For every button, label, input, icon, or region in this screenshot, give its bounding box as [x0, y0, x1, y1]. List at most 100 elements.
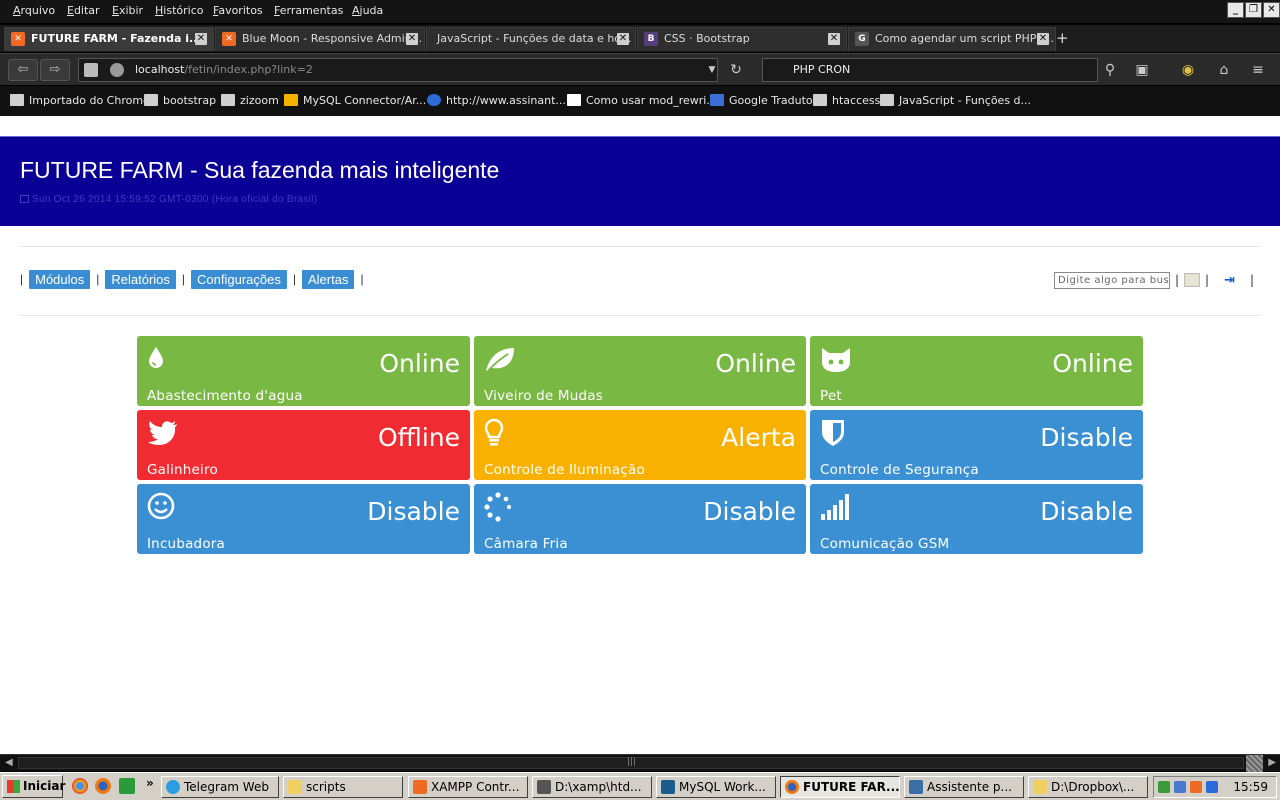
nav-alertas[interactable]: Alertas [302, 269, 355, 289]
menu-ajuda[interactable]: Ajuda [352, 4, 383, 17]
bookmark-item[interactable]: htaccess [813, 94, 880, 107]
task-dropbox[interactable]: D:\Dropbox\... [1028, 776, 1148, 798]
tab-future-farm[interactable]: ✕ FUTURE FARM - Fazenda i... ✕ [4, 27, 214, 51]
tile-status: Disable [703, 497, 796, 526]
lp-icon [284, 94, 298, 106]
bookmark-label: http://www.assinant... [446, 94, 566, 107]
search-icon[interactable]: ⚲ [1098, 59, 1122, 81]
telegram-icon [166, 780, 180, 794]
chrome-icon[interactable] [72, 778, 88, 794]
tile-camara-fria[interactable]: Disable Câmara Fria [474, 484, 806, 554]
bookmark-item[interactable]: Google Tradutor [710, 94, 817, 107]
clock-text: Sun Oct 26 2014 15:59:52 GMT-0300 (Hora … [20, 194, 317, 205]
menu-hamburger-icon[interactable]: ≡ [1246, 59, 1270, 81]
scroll-right-icon[interactable]: ▶ [1268, 757, 1276, 768]
bookmark-item[interactable]: MySQL Connector/Ar... [284, 94, 426, 107]
task-xamp-folder[interactable]: D:\xamp\htd... [532, 776, 652, 798]
bookmark-page-icon[interactable] [84, 63, 98, 77]
task-assistente[interactable]: Assistente p... [904, 776, 1024, 798]
horizontal-scrollbar[interactable]: ◀ ||| ▶ [0, 754, 1280, 772]
nav-separator: | [1205, 273, 1210, 287]
close-tab-icon[interactable]: ✕ [828, 33, 840, 45]
bookmark-label: JavaScript - Funções d... [899, 94, 1032, 107]
menu-favoritos[interactable]: Favoritos [213, 4, 263, 17]
tile-status: Offline [377, 423, 460, 452]
bookmark-item[interactable]: zizoom [221, 94, 279, 107]
tile-incubadora[interactable]: Disable Incubadora [137, 484, 470, 554]
site-search-input[interactable]: Digite algo para buscar [1054, 271, 1170, 289]
app-icon[interactable] [119, 778, 135, 794]
new-tab-button[interactable]: + [1056, 29, 1069, 47]
restore-button[interactable]: ❐ [1245, 2, 1262, 18]
header-banner: FUTURE FARM - Sua fazenda mais inteligen… [0, 136, 1280, 226]
task-label: D:\xamp\htd... [555, 780, 642, 794]
menu-exibir[interactable]: Exibir [112, 4, 143, 17]
network-icon[interactable] [1158, 781, 1170, 793]
url-dropdown-icon[interactable]: ▼ [700, 59, 724, 81]
nav-relatorios[interactable]: Relatórios [105, 269, 176, 289]
tab-javascript[interactable]: JavaScript - Funções de data e ho... ✕ [426, 27, 636, 51]
tab-bootstrap[interactable]: B CSS · Bootstrap ✕ [637, 27, 847, 51]
addon-icon[interactable]: ◉ [1176, 59, 1200, 81]
close-window-button[interactable]: ✕ [1263, 2, 1280, 18]
task-scripts[interactable]: scripts [283, 776, 403, 798]
nav-modulos[interactable]: Módulos [29, 269, 91, 289]
bookmark-item[interactable]: Importado do Chrome [10, 94, 150, 107]
firefox-icon [785, 780, 799, 794]
tile-galinheiro[interactable]: Offline Galinheiro [137, 410, 470, 480]
window-controls: _ ❐ ✕ [1227, 2, 1280, 18]
tile-gsm[interactable]: Disable Comunicação GSM [810, 484, 1143, 554]
start-button[interactable]: Iniciar [2, 775, 66, 798]
close-tab-icon[interactable]: ✕ [617, 33, 629, 45]
menu-historico[interactable]: Histórico [155, 4, 203, 17]
bookmark-item[interactable]: http://www.assinant... [427, 94, 566, 107]
minimize-button[interactable]: _ [1227, 2, 1244, 18]
menu-editar[interactable]: Editar [67, 4, 100, 17]
nav-configuracoes[interactable]: Configurações [191, 269, 287, 289]
tile-seguranca[interactable]: Disable Controle de Segurança [810, 410, 1143, 480]
tile-viveiro[interactable]: Online Viveiro de Mudas [474, 336, 806, 406]
search-bar[interactable]: PHP CRON [762, 58, 1098, 82]
scrollbar-grip-icon: ||| [627, 757, 637, 767]
nav-separator: | [181, 272, 186, 286]
site-identity-icon[interactable] [110, 63, 124, 77]
bookmark-item[interactable]: bootstrap [144, 94, 216, 107]
task-mysql[interactable]: MySQL Work... [656, 776, 776, 798]
lightbulb-icon [484, 418, 504, 446]
sound-icon[interactable] [1174, 781, 1186, 793]
menu-arquivo[interactable]: Arquivo [13, 4, 55, 17]
tab-php-cron[interactable]: G Como agendar um script PHP u... ✕ [848, 27, 1056, 51]
tab-blue-moon[interactable]: ✕ Blue Moon - Responsive Admin... ✕ [215, 27, 425, 51]
resize-grip[interactable] [1246, 755, 1263, 772]
tile-abastecimento[interactable]: Online Abastecimento d'agua [137, 336, 470, 406]
search-submit-button[interactable] [1184, 273, 1201, 287]
task-telegram[interactable]: Telegram Web [161, 776, 279, 798]
home-icon[interactable]: ⌂ [1212, 59, 1236, 81]
bootstrap-icon: B [644, 32, 658, 46]
close-tab-icon[interactable]: ✕ [195, 33, 207, 45]
forward-button[interactable]: ⇨ [40, 59, 70, 81]
bookmark-item[interactable]: JavaScript - Funções d... [880, 94, 1031, 107]
bookmark-label: Google Tradutor [729, 94, 818, 107]
more-icon[interactable]: » [146, 776, 154, 790]
task-future-farm[interactable]: FUTURE FAR... [780, 776, 900, 798]
downloads-icon[interactable]: ▣ [1130, 59, 1154, 81]
xampp-icon[interactable] [1190, 781, 1202, 793]
page-title: FUTURE FARM - Sua fazenda mais inteligen… [20, 157, 500, 183]
reload-icon[interactable]: ↻ [724, 59, 748, 81]
login-icon[interactable]: ⇥ [1224, 273, 1235, 288]
close-tab-icon[interactable]: ✕ [1037, 33, 1049, 45]
address-bar[interactable]: localhost/fetin/index.php?link=2 [78, 58, 718, 82]
tile-pet[interactable]: Online Pet [810, 336, 1143, 406]
task-xampp[interactable]: XAMPP Contr... [408, 776, 528, 798]
firefox-icon[interactable] [95, 778, 111, 794]
start-label: Iniciar [23, 779, 66, 793]
folder-icon [10, 94, 24, 106]
scroll-left-icon[interactable]: ◀ [5, 757, 13, 768]
menu-ferramentas[interactable]: Ferramentas [274, 4, 343, 17]
close-tab-icon[interactable]: ✕ [406, 33, 418, 45]
dropbox-icon[interactable] [1206, 781, 1218, 793]
tile-iluminacao[interactable]: Alerta Controle de Iluminação [474, 410, 806, 480]
back-button[interactable]: ⇦ [8, 59, 38, 81]
bookmark-item[interactable]: Como usar mod_rewri... [567, 94, 717, 107]
